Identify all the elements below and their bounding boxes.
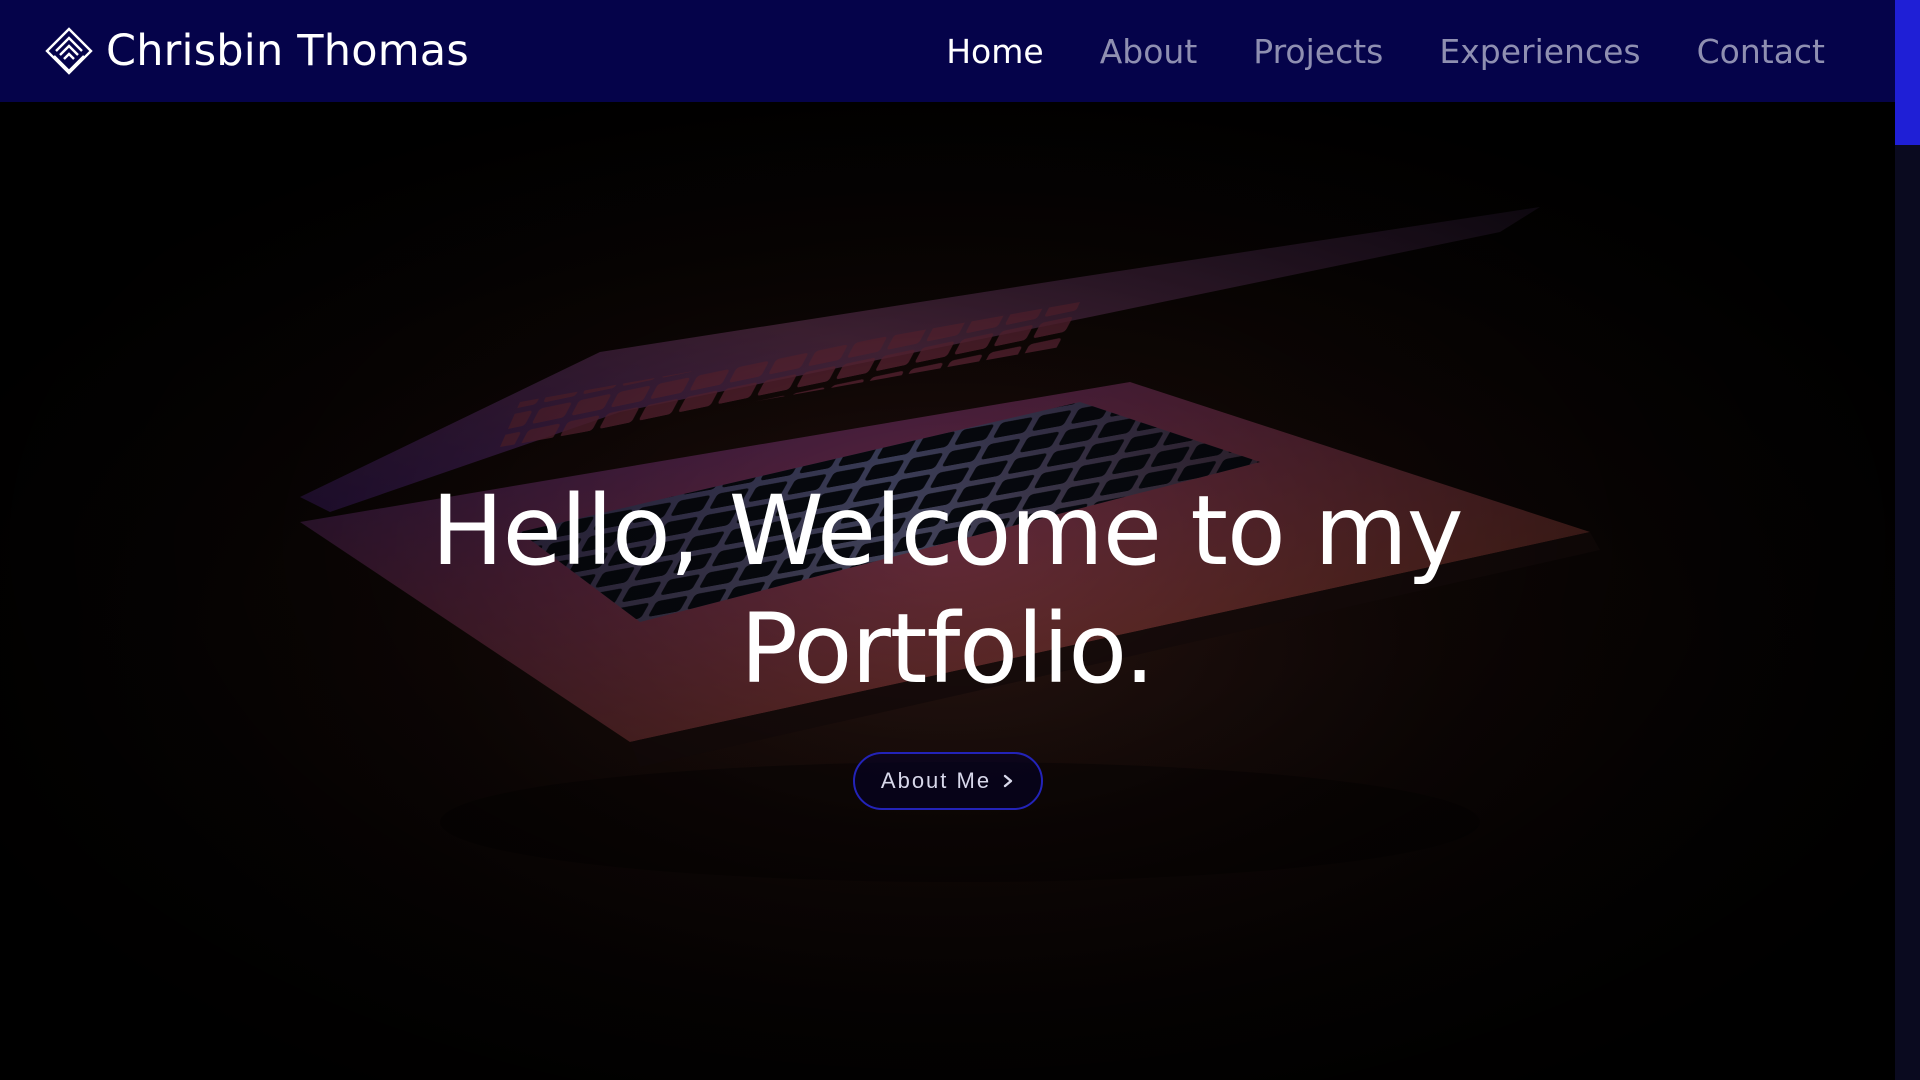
nav-item-about[interactable]: About	[1100, 32, 1198, 71]
brand-name: Chrisbin Thomas	[106, 26, 469, 76]
about-me-button-label: About Me	[880, 768, 992, 793]
nav-menu: Home About Projects Experiences Contact	[946, 0, 1825, 102]
diamond-stack-icon	[45, 27, 93, 75]
nav-item-experiences[interactable]: Experiences	[1439, 32, 1640, 71]
nav-item-contact[interactable]: Contact	[1697, 32, 1825, 71]
chevron-right-icon	[1003, 774, 1013, 788]
scrollbar-thumb[interactable]	[1895, 0, 1920, 145]
page: Chrisbin Thomas Home About Projects Expe…	[0, 0, 1895, 1080]
brand-link[interactable]: Chrisbin Thomas	[44, 0, 469, 102]
hero-content: Hello, Welcome to my Portfolio. About Me	[0, 102, 1895, 1080]
nav-item-home[interactable]: Home	[946, 32, 1043, 71]
navbar: Chrisbin Thomas Home About Projects Expe…	[0, 0, 1895, 102]
hero-title: Hello, Welcome to my Portfolio.	[431, 475, 1463, 705]
about-me-button[interactable]: About Me	[853, 752, 1043, 810]
nav-item-projects[interactable]: Projects	[1253, 32, 1383, 71]
hero-section: Hello, Welcome to my Portfolio. About Me	[0, 102, 1895, 1080]
page-scrollbar[interactable]	[1895, 0, 1920, 1080]
